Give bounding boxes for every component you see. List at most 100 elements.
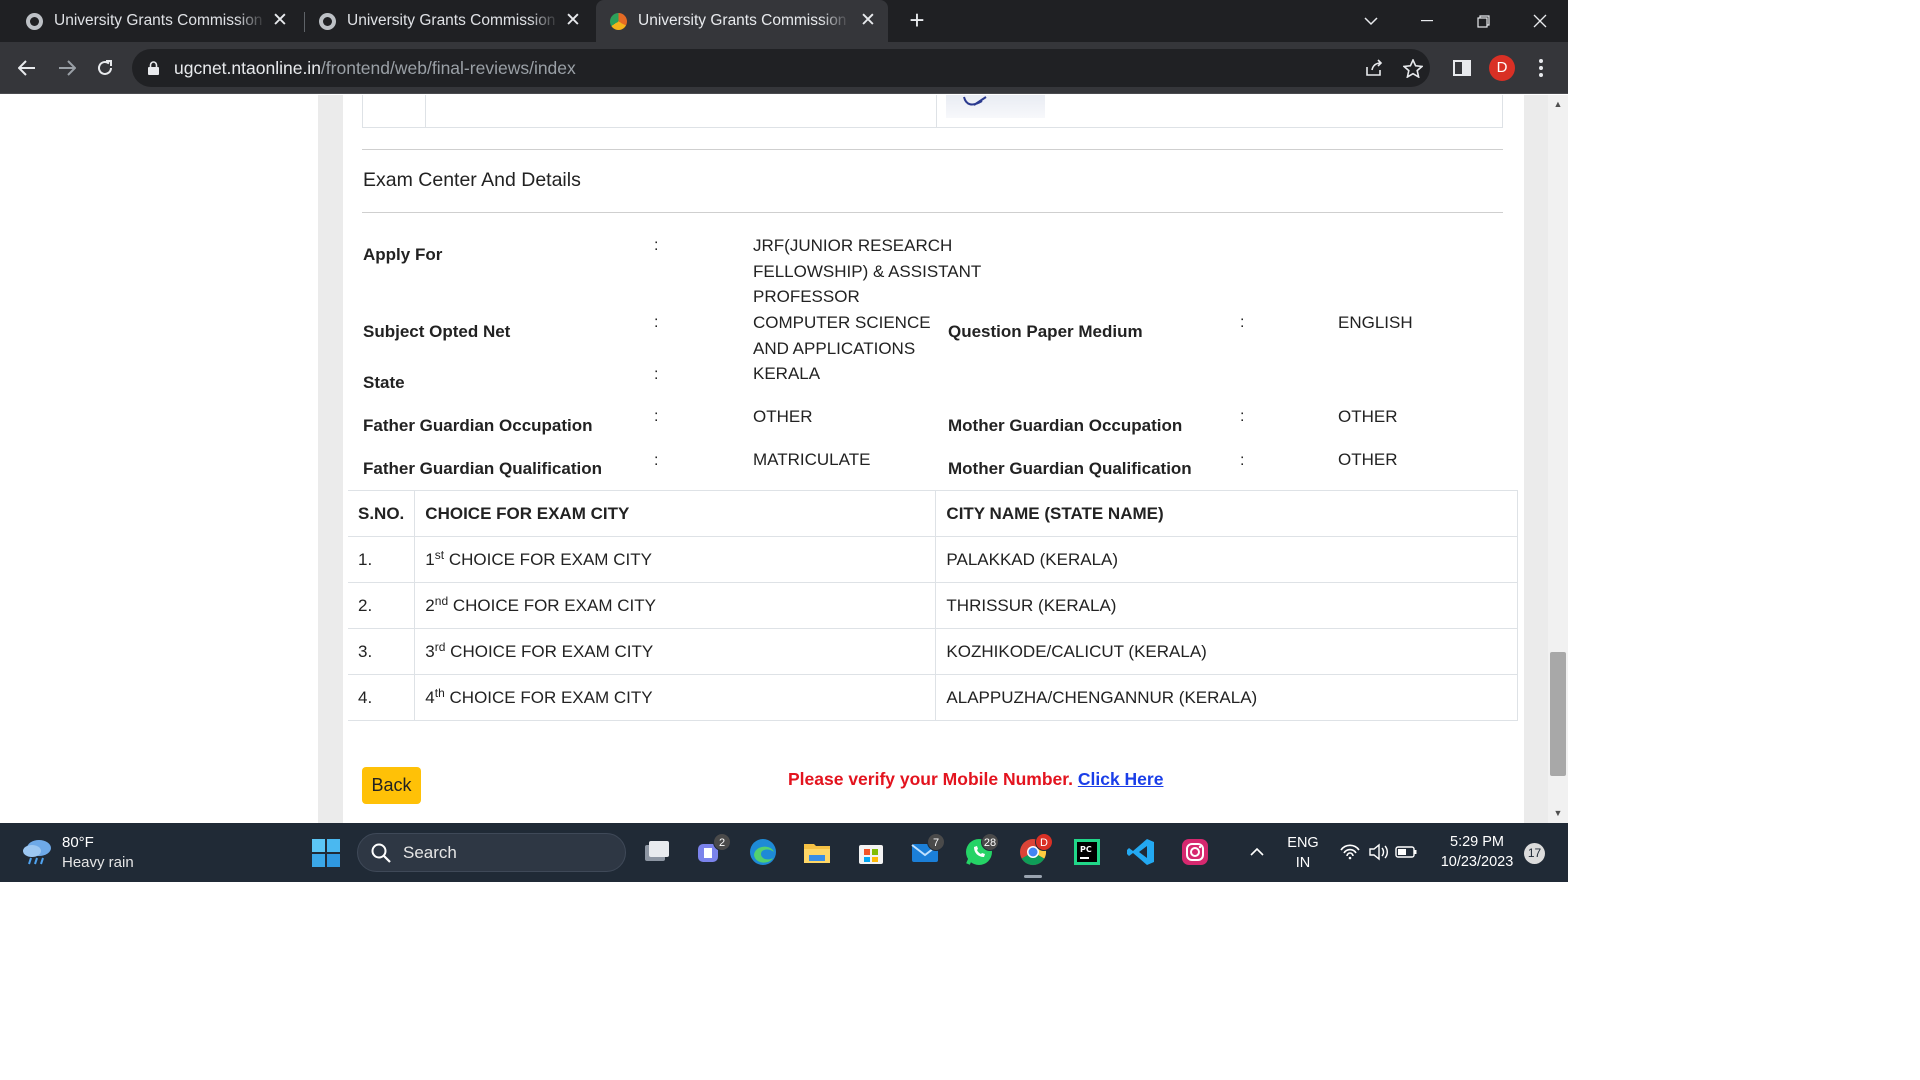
pycharm-icon[interactable]: PC xyxy=(1071,836,1103,868)
table-row: 1. 1st CHOICE FOR EXAM CITY PALAKKAD (KE… xyxy=(348,536,1518,583)
menu-kebab-icon[interactable] xyxy=(1527,54,1555,82)
choice-cell: 1st CHOICE FOR EXAM CITY xyxy=(414,536,937,583)
taskbar-search[interactable]: Search xyxy=(357,833,626,872)
page-gutter-right xyxy=(1524,95,1548,823)
file-explorer-icon[interactable] xyxy=(801,836,833,868)
choice-cell: 4th CHOICE FOR EXAM CITY xyxy=(414,674,937,721)
back-arrow-icon[interactable] xyxy=(13,54,41,82)
colon: : xyxy=(654,237,659,254)
choice-number: 1 xyxy=(425,549,435,569)
restore-icon[interactable] xyxy=(1455,0,1511,42)
divider xyxy=(362,149,1503,150)
windows-taskbar: 80°F Heavy rain Search 2 7 28 D PC ENG I… xyxy=(0,823,1568,882)
ordinal-suffix: rd xyxy=(434,639,446,654)
clock-time[interactable]: 5:29 PM xyxy=(1432,834,1522,850)
wifi-volume-battery-icon xyxy=(1340,843,1417,861)
minimize-icon[interactable] xyxy=(1399,0,1455,42)
close-window-icon[interactable] xyxy=(1512,0,1568,42)
tab-title: University Grants Commission (UGC) xyxy=(638,12,850,29)
nta-favicon-icon xyxy=(610,12,627,30)
city-cell: THRISSUR (KERALA) xyxy=(935,582,1518,629)
profile-avatar[interactable]: D xyxy=(1489,55,1515,81)
close-icon[interactable]: ✕ xyxy=(270,11,290,31)
active-app-indicator xyxy=(1024,875,1042,878)
city-cell: PALAKKAD (KERALA) xyxy=(935,536,1518,583)
table-header-row: S.NO. CHOICE FOR EXAM CITY CITY NAME (ST… xyxy=(348,490,1518,537)
subject-value: COMPUTER SCIENCE AND APPLICATIONS xyxy=(753,310,931,361)
apply-for-label: Apply For xyxy=(363,245,443,264)
colon: : xyxy=(1240,408,1245,425)
value-line: PROFESSOR xyxy=(753,287,860,306)
tray-chevron-up-icon[interactable] xyxy=(1243,836,1271,868)
quick-settings[interactable] xyxy=(1336,836,1424,868)
weather-description: Heavy rain xyxy=(62,854,134,871)
forward-arrow-icon[interactable] xyxy=(53,54,81,82)
colon: : xyxy=(1240,314,1245,331)
father-occupation-label: Father Guardian Occupation xyxy=(363,416,593,435)
browser-toolbar: ugcnet.ntaonline.in/frontend/web/final-r… xyxy=(0,42,1568,94)
svg-text:PC: PC xyxy=(1080,845,1092,854)
search-icon xyxy=(371,843,391,868)
state-value: KERALA xyxy=(753,364,821,383)
verify-text: Please verify your Mobile Number. xyxy=(788,769,1073,789)
choice-text: CHOICE FOR EXAM CITY xyxy=(450,641,654,661)
edge-icon[interactable] xyxy=(747,836,779,868)
click-here-link[interactable]: Click Here xyxy=(1078,769,1164,789)
whatsapp-badge: 28 xyxy=(981,833,999,851)
ordinal-suffix: st xyxy=(434,547,445,562)
language-top[interactable]: ENG xyxy=(1284,835,1322,851)
column-header: S.NO. xyxy=(348,490,416,537)
father-qualification-label: Father Guardian Qualification xyxy=(363,459,602,478)
task-view-icon[interactable] xyxy=(641,836,673,868)
scroll-up-arrow-icon[interactable]: ▲ xyxy=(1552,98,1564,110)
back-button[interactable]: Back xyxy=(362,767,421,804)
ordinal-suffix: nd xyxy=(434,593,449,608)
scrollbar-thumb[interactable] xyxy=(1550,652,1566,776)
weather-rain-icon[interactable] xyxy=(22,837,54,872)
microsoft-store-icon[interactable] xyxy=(855,836,887,868)
teams-badge: 2 xyxy=(713,833,731,851)
tab-3-active[interactable]: University Grants Commission (UGC) ✕ xyxy=(596,0,888,42)
tab-title: University Grants Commission (UGC) xyxy=(54,12,266,29)
choice-text: CHOICE FOR EXAM CITY xyxy=(449,687,653,707)
choice-cell: 2nd CHOICE FOR EXAM CITY xyxy=(414,582,937,629)
side-panel-icon[interactable] xyxy=(1448,54,1476,82)
instagram-icon[interactable] xyxy=(1179,836,1211,868)
city-cell: KOZHIKODE/CALICUT (KERALA) xyxy=(935,628,1518,675)
tab-search-chevron-icon[interactable] xyxy=(1343,0,1399,42)
choice-text: CHOICE FOR EXAM CITY xyxy=(452,595,656,615)
page-gutter-left xyxy=(318,95,343,823)
city-cell: ALAPPUZHA/CHENGANNUR (KERALA) xyxy=(935,674,1518,721)
bookmark-star-icon[interactable] xyxy=(1399,54,1427,82)
close-icon[interactable]: ✕ xyxy=(858,11,878,31)
choice-cell: 3rd CHOICE FOR EXAM CITY xyxy=(414,628,937,675)
url-host: ugcnet.ntaonline.in xyxy=(174,58,321,78)
clock-date[interactable]: 10/23/2023 xyxy=(1432,854,1522,870)
notification-count-badge[interactable]: 17 xyxy=(1524,843,1545,864)
colon: : xyxy=(654,366,659,383)
colon: : xyxy=(654,452,659,469)
colon: : xyxy=(1240,452,1245,469)
address-bar[interactable]: ugcnet.ntaonline.in/frontend/web/final-r… xyxy=(132,49,1430,87)
new-tab-button[interactable]: + xyxy=(903,6,931,34)
share-icon[interactable] xyxy=(1360,54,1388,82)
scroll-down-arrow-icon[interactable]: ▼ xyxy=(1552,807,1564,819)
close-icon[interactable]: ✕ xyxy=(563,11,583,31)
choice-number: 2 xyxy=(425,595,435,615)
exam-city-table: S.NO. CHOICE FOR EXAM CITY CITY NAME (ST… xyxy=(348,490,1518,721)
language-bottom[interactable]: IN xyxy=(1284,855,1322,871)
photo-signature-table xyxy=(362,95,1503,128)
reload-icon[interactable] xyxy=(91,54,119,82)
father-qualification-value: MATRICULATE xyxy=(753,450,871,469)
vscode-icon[interactable] xyxy=(1125,836,1157,868)
signature-image xyxy=(946,95,1045,118)
choice-text: CHOICE FOR EXAM CITY xyxy=(448,549,652,569)
sno-cell: 4. xyxy=(348,674,416,721)
mother-occupation-value: OTHER xyxy=(1338,407,1398,426)
windows-start-icon[interactable] xyxy=(312,839,340,872)
tab-1[interactable]: University Grants Commission (UGC) ✕ xyxy=(0,0,300,42)
table-row: 2. 2nd CHOICE FOR EXAM CITY THRISSUR (KE… xyxy=(348,582,1518,629)
ordinal-suffix: th xyxy=(434,685,445,700)
tab-2[interactable]: University Grants Commission (UGC) ✕ xyxy=(293,0,593,42)
section-title: Exam Center And Details xyxy=(363,169,581,191)
